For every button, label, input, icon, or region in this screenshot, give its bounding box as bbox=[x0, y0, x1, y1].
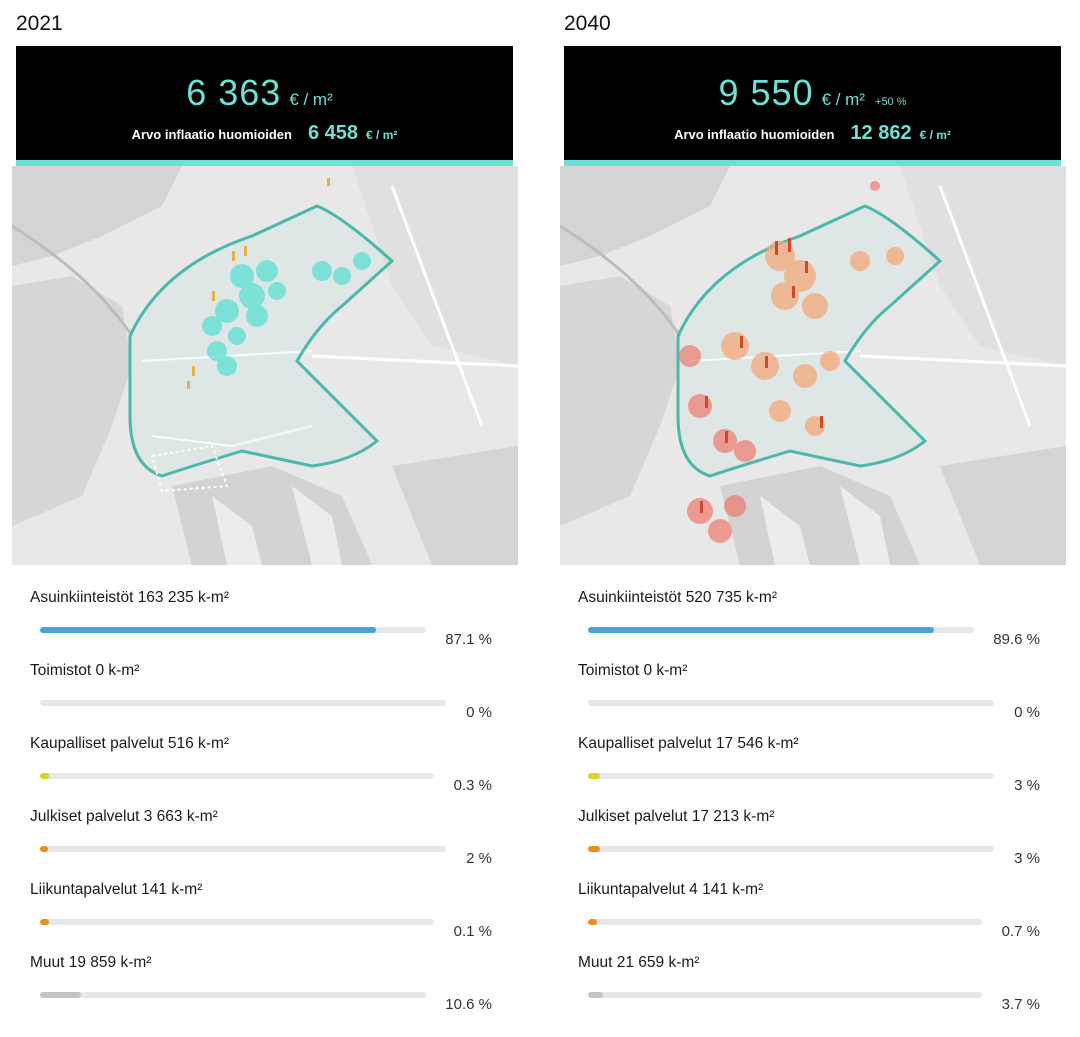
stat-percent: 0 % bbox=[466, 704, 492, 721]
progress-fill bbox=[588, 773, 601, 779]
stat-percent: 0.3 % bbox=[453, 777, 492, 794]
stat-kaupalliset-palvelut: Kaupalliset palvelut 17 546 k-m² 3 % bbox=[578, 731, 1048, 804]
stat-label: Liikuntapalvelut 141 k-m² bbox=[30, 881, 203, 898]
stat-liikuntapalvelut: Liikuntapalvelut 141 k-m² 0.1 % bbox=[30, 877, 500, 950]
progress-fill bbox=[588, 992, 603, 998]
progress-track bbox=[40, 846, 446, 852]
stat-julkiset-palvelut: Julkiset palvelut 17 213 k-m² 3 % bbox=[578, 804, 1048, 877]
stat-percent: 3 % bbox=[1014, 777, 1040, 794]
price-unit: € / m² bbox=[821, 90, 866, 109]
progress-track bbox=[588, 919, 982, 925]
stat-kaupalliset-palvelut: Kaupalliset palvelut 516 k-m² 0.3 % bbox=[30, 731, 500, 804]
price-value: 9 550 bbox=[718, 72, 814, 113]
stat-percent: 3.7 % bbox=[1001, 996, 1040, 1013]
stat-label: Liikuntapalvelut 4 141 k-m² bbox=[578, 881, 764, 898]
stat-label: Julkiset palvelut 17 213 k-m² bbox=[578, 808, 775, 825]
progress-fill bbox=[40, 773, 49, 779]
city-map-icon bbox=[12, 166, 518, 565]
stat-percent: 0 % bbox=[1014, 704, 1040, 721]
stat-label: Asuinkiinteistöt 520 735 k-m² bbox=[578, 589, 778, 606]
city-map-icon bbox=[560, 166, 1066, 565]
inflation-label: Arvo inflaatio huomioiden bbox=[131, 127, 292, 142]
stat-percent: 10.6 % bbox=[445, 996, 492, 1013]
progress-fill bbox=[588, 919, 597, 925]
inflation-row: Arvo inflaatio huomioiden 12 862 € / m² bbox=[564, 122, 1061, 145]
panel-2040: 2040 9 550 € / m² +50 % Arvo inflaatio huo… bbox=[560, 0, 1070, 1037]
stat-toimistot: Toimistot 0 k-m² 0 % bbox=[578, 658, 1048, 731]
stat-percent: 89.6 % bbox=[993, 631, 1040, 648]
stat-asuinkiinteistot: Asuinkiinteistöt 520 735 k-m² 89.6 % bbox=[578, 585, 1048, 658]
stat-label: Muut 19 859 k-m² bbox=[30, 954, 152, 971]
stat-muut: Muut 21 659 k-m² 3.7 % bbox=[578, 950, 1048, 1023]
stat-label: Julkiset palvelut 3 663 k-m² bbox=[30, 808, 218, 825]
inflation-value: 12 862 bbox=[850, 122, 912, 144]
price-unit: € / m² bbox=[289, 90, 333, 109]
stat-muut: Muut 19 859 k-m² 10.6 % bbox=[30, 950, 500, 1023]
year-label: 2040 bbox=[564, 12, 611, 35]
stat-toimistot: Toimistot 0 k-m² 0 % bbox=[30, 658, 500, 731]
progress-fill bbox=[40, 919, 49, 925]
stat-percent: 2 % bbox=[466, 850, 492, 867]
price-header: 6 363 € / m² Arvo inflaatio huomioiden 6 4… bbox=[16, 46, 513, 166]
progress-track bbox=[588, 627, 974, 633]
progress-fill bbox=[588, 846, 601, 852]
price-row: 9 550 € / m² +50 % bbox=[564, 72, 1061, 114]
progress-track bbox=[40, 992, 426, 998]
progress-track bbox=[40, 700, 446, 706]
stat-julkiset-palvelut: Julkiset palvelut 3 663 k-m² 2 % bbox=[30, 804, 500, 877]
price-header: 9 550 € / m² +50 % Arvo inflaatio huomioid… bbox=[564, 46, 1061, 166]
progress-track bbox=[40, 773, 434, 779]
stat-liikuntapalvelut: Liikuntapalvelut 4 141 k-m² 0.7 % bbox=[578, 877, 1048, 950]
stat-asuinkiinteistot: Asuinkiinteistöt 163 235 k-m² 87.1 % bbox=[30, 585, 500, 658]
year-label: 2021 bbox=[16, 12, 63, 35]
stats-list: Asuinkiinteistöt 520 735 k-m² 89.6 % Toi… bbox=[578, 585, 1048, 1023]
price-value: 6 363 bbox=[186, 72, 282, 113]
progress-fill bbox=[40, 846, 49, 852]
map-2040[interactable] bbox=[560, 166, 1066, 565]
price-change: +50 % bbox=[875, 96, 907, 108]
inflation-unit: € / m² bbox=[919, 128, 951, 142]
stat-percent: 87.1 % bbox=[445, 631, 492, 648]
inflation-unit: € / m² bbox=[366, 128, 398, 142]
stat-label: Toimistot 0 k-m² bbox=[30, 662, 140, 679]
stat-label: Kaupalliset palvelut 17 546 k-m² bbox=[578, 735, 799, 752]
stat-percent: 3 % bbox=[1014, 850, 1040, 867]
stat-label: Toimistot 0 k-m² bbox=[578, 662, 688, 679]
map-2021[interactable] bbox=[12, 166, 518, 565]
panel-2021: 2021 6 363 € / m² Arvo inflaatio huomioid… bbox=[12, 0, 522, 1037]
progress-track bbox=[588, 992, 982, 998]
progress-track bbox=[588, 700, 994, 706]
stats-list: Asuinkiinteistöt 163 235 k-m² 87.1 % Toi… bbox=[30, 585, 500, 1023]
progress-fill bbox=[588, 627, 934, 633]
progress-fill bbox=[40, 992, 81, 998]
inflation-label: Arvo inflaatio huomioiden bbox=[674, 127, 835, 142]
progress-track bbox=[40, 627, 426, 633]
inflation-value: 6 458 bbox=[307, 122, 359, 144]
stat-label: Kaupalliset palvelut 516 k-m² bbox=[30, 735, 230, 752]
progress-track bbox=[40, 919, 434, 925]
progress-track bbox=[588, 846, 994, 852]
stat-label: Asuinkiinteistöt 163 235 k-m² bbox=[30, 589, 230, 606]
inflation-row: Arvo inflaatio huomioiden 6 458 € / m² bbox=[16, 122, 513, 145]
stat-label: Muut 21 659 k-m² bbox=[578, 954, 700, 971]
price-row: 6 363 € / m² bbox=[16, 72, 513, 114]
progress-track bbox=[588, 773, 994, 779]
stat-percent: 0.7 % bbox=[1001, 923, 1040, 940]
progress-fill bbox=[40, 627, 377, 633]
stat-percent: 0.1 % bbox=[453, 923, 492, 940]
